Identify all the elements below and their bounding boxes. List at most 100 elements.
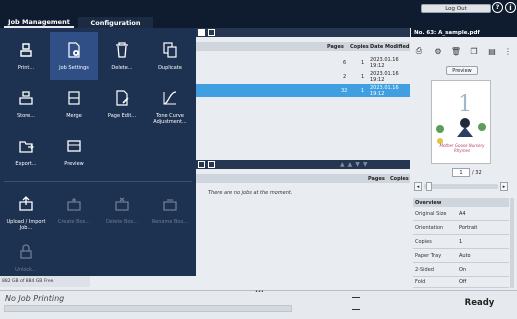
menu-item-label: Page Edit... <box>107 113 137 119</box>
logout-button[interactable]: Log Out <box>421 4 491 13</box>
menu-item-label: Rename Box... <box>151 219 189 225</box>
row-pages: 32 <box>341 87 348 94</box>
create-box-icon <box>67 198 81 211</box>
preview-button[interactable]: Preview <box>446 66 478 75</box>
lower-list-header: Pages Copies <box>196 174 410 183</box>
table-row-selected[interactable]: 32 1 2023.01.16 19:12 <box>196 84 410 97</box>
select-all-icon[interactable] <box>198 161 205 168</box>
menu-item-export[interactable]: Export... <box>2 128 50 176</box>
page-number-field[interactable]: 1 <box>452 168 470 177</box>
info-icon[interactable]: i <box>505 2 516 13</box>
col-pages-header[interactable]: Pages <box>368 176 385 182</box>
col-pages-header[interactable]: Pages <box>327 44 344 50</box>
preview-icon[interactable]: ▤ <box>487 46 497 56</box>
job-settings-icon[interactable]: ⚙ <box>433 46 443 56</box>
overview-value: Auto <box>459 252 471 259</box>
overview-key: Original Size <box>415 210 447 217</box>
help-icon[interactable]: ? <box>492 2 503 13</box>
overview-value: Off <box>459 279 467 285</box>
progress-bar <box>4 305 292 312</box>
menu-item-page-edit[interactable]: Page Edit... <box>98 80 146 128</box>
menu-item-label: Print... <box>17 65 35 71</box>
list-header: Pages Copies Date Modified <box>196 42 410 51</box>
menu-item-merge[interactable]: Merge <box>50 80 98 128</box>
menu-item-duplicate[interactable]: Duplicate <box>146 32 194 80</box>
overview-key: Orientation <box>415 224 444 231</box>
svg-text:1: 1 <box>458 92 472 117</box>
overview-value: Portrait <box>459 224 478 231</box>
overview-key: Fold <box>415 279 426 285</box>
menu-item-job-settings[interactable]: Job Settings <box>50 32 98 80</box>
search-icon[interactable] <box>208 161 215 168</box>
col-copies-header[interactable]: Copies <box>350 44 369 50</box>
lock-icon <box>20 244 32 259</box>
menu-item-create-box[interactable]: Create Box... <box>50 186 98 234</box>
page-slider[interactable] <box>424 184 498 189</box>
menu-item-label: Merge <box>66 113 82 119</box>
menu-item-unlock[interactable]: Unlock... <box>2 234 50 282</box>
overview-row: 2-Sided On <box>413 263 509 277</box>
print-icon[interactable]: ⎙ <box>414 46 424 56</box>
overview-scrollbar[interactable] <box>510 198 514 288</box>
menu-item-rename-box[interactable]: Rename Box... <box>146 186 194 234</box>
row-copies: 1 <box>361 59 365 66</box>
empty-list-message: There are no jobs at the moment. <box>208 190 293 196</box>
duplicate-icon <box>163 42 177 58</box>
row-date: 2023.01.16 19:12 <box>370 56 399 69</box>
menu-item-label: Export... <box>15 161 37 167</box>
overview-key: Copies <box>415 238 432 245</box>
tab-configuration[interactable]: Configuration <box>78 17 153 28</box>
printing-status: No Job Printing <box>5 294 65 303</box>
menu-item-label: Preview <box>64 161 84 167</box>
dash-mark <box>352 309 360 310</box>
menu-item-delete-box[interactable]: Delete Box... <box>98 186 146 234</box>
more-icon[interactable]: ⋮ <box>503 46 513 56</box>
overview-value: 1 <box>459 238 463 245</box>
menu-item-label: Store... <box>17 113 35 119</box>
menu-item-preview[interactable]: Preview <box>50 128 98 176</box>
menu-item-delete[interactable]: Delete... <box>98 32 146 80</box>
select-all-icon[interactable] <box>198 29 205 36</box>
duplicate-icon[interactable]: ❐ <box>469 46 479 56</box>
overview-key: 2-Sided <box>415 266 434 273</box>
reorder-arrows-icon[interactable]: ▲▲▼▼ <box>340 161 400 168</box>
job-action-menu: Print... Job Settings Delete... Duplicat… <box>0 28 196 276</box>
prev-page-button[interactable]: ◂ <box>414 182 422 191</box>
trash-icon[interactable]: 🗑 <box>451 46 461 56</box>
overview-header: Overview <box>413 198 509 207</box>
table-row[interactable]: 2 1 2023.01.16 19:12 <box>196 70 410 83</box>
upload-icon <box>19 196 33 211</box>
tab-job-management[interactable]: Job Management <box>4 17 74 28</box>
menu-item-upload-import[interactable]: Upload / Import Job... <box>2 186 50 234</box>
tone-curve-icon <box>163 91 177 105</box>
export-icon <box>19 141 34 153</box>
list-toolbar <box>196 28 410 37</box>
page-slider-handle[interactable] <box>426 182 432 191</box>
search-icon[interactable] <box>208 29 215 36</box>
ready-status: Ready <box>464 298 495 308</box>
menu-item-tone-curve[interactable]: Tone Curve Adjustment... <box>146 80 194 128</box>
menu-item-store[interactable]: Store... <box>2 80 50 128</box>
overview-row: Original Size A4 <box>413 207 509 221</box>
next-page-button[interactable]: ▸ <box>500 182 508 191</box>
table-row[interactable]: 6 1 2023.01.16 19:12 <box>196 56 410 69</box>
menu-item-print[interactable]: Print... <box>2 32 50 80</box>
overview-value: A4 <box>459 210 466 217</box>
merge-icon <box>68 91 80 105</box>
dash-mark <box>352 297 360 298</box>
col-copies-header[interactable]: Copies <box>390 176 409 182</box>
col-date-header[interactable]: Date Modified <box>370 44 409 50</box>
lower-toolbar: ▲▲▼▼ <box>196 160 410 169</box>
thumbnail-title: Mother Goose Nursery Rhymes <box>439 143 485 153</box>
overview-row: Fold Off <box>413 277 509 288</box>
row-copies: 1 <box>361 87 365 94</box>
preview-icon <box>67 140 81 152</box>
page-thumbnail[interactable]: 1 Mother Goose Nursery Rhymes <box>431 80 491 164</box>
page-edit-icon <box>116 90 129 106</box>
row-date: 2023.01.16 19:12 <box>370 84 399 97</box>
menu-item-label: Upload / Import Job... <box>6 219 46 231</box>
menu-item-label: Delete Box... <box>105 219 139 225</box>
menu-divider <box>4 181 192 182</box>
print-icon <box>20 43 32 57</box>
job-settings-icon <box>68 42 80 58</box>
